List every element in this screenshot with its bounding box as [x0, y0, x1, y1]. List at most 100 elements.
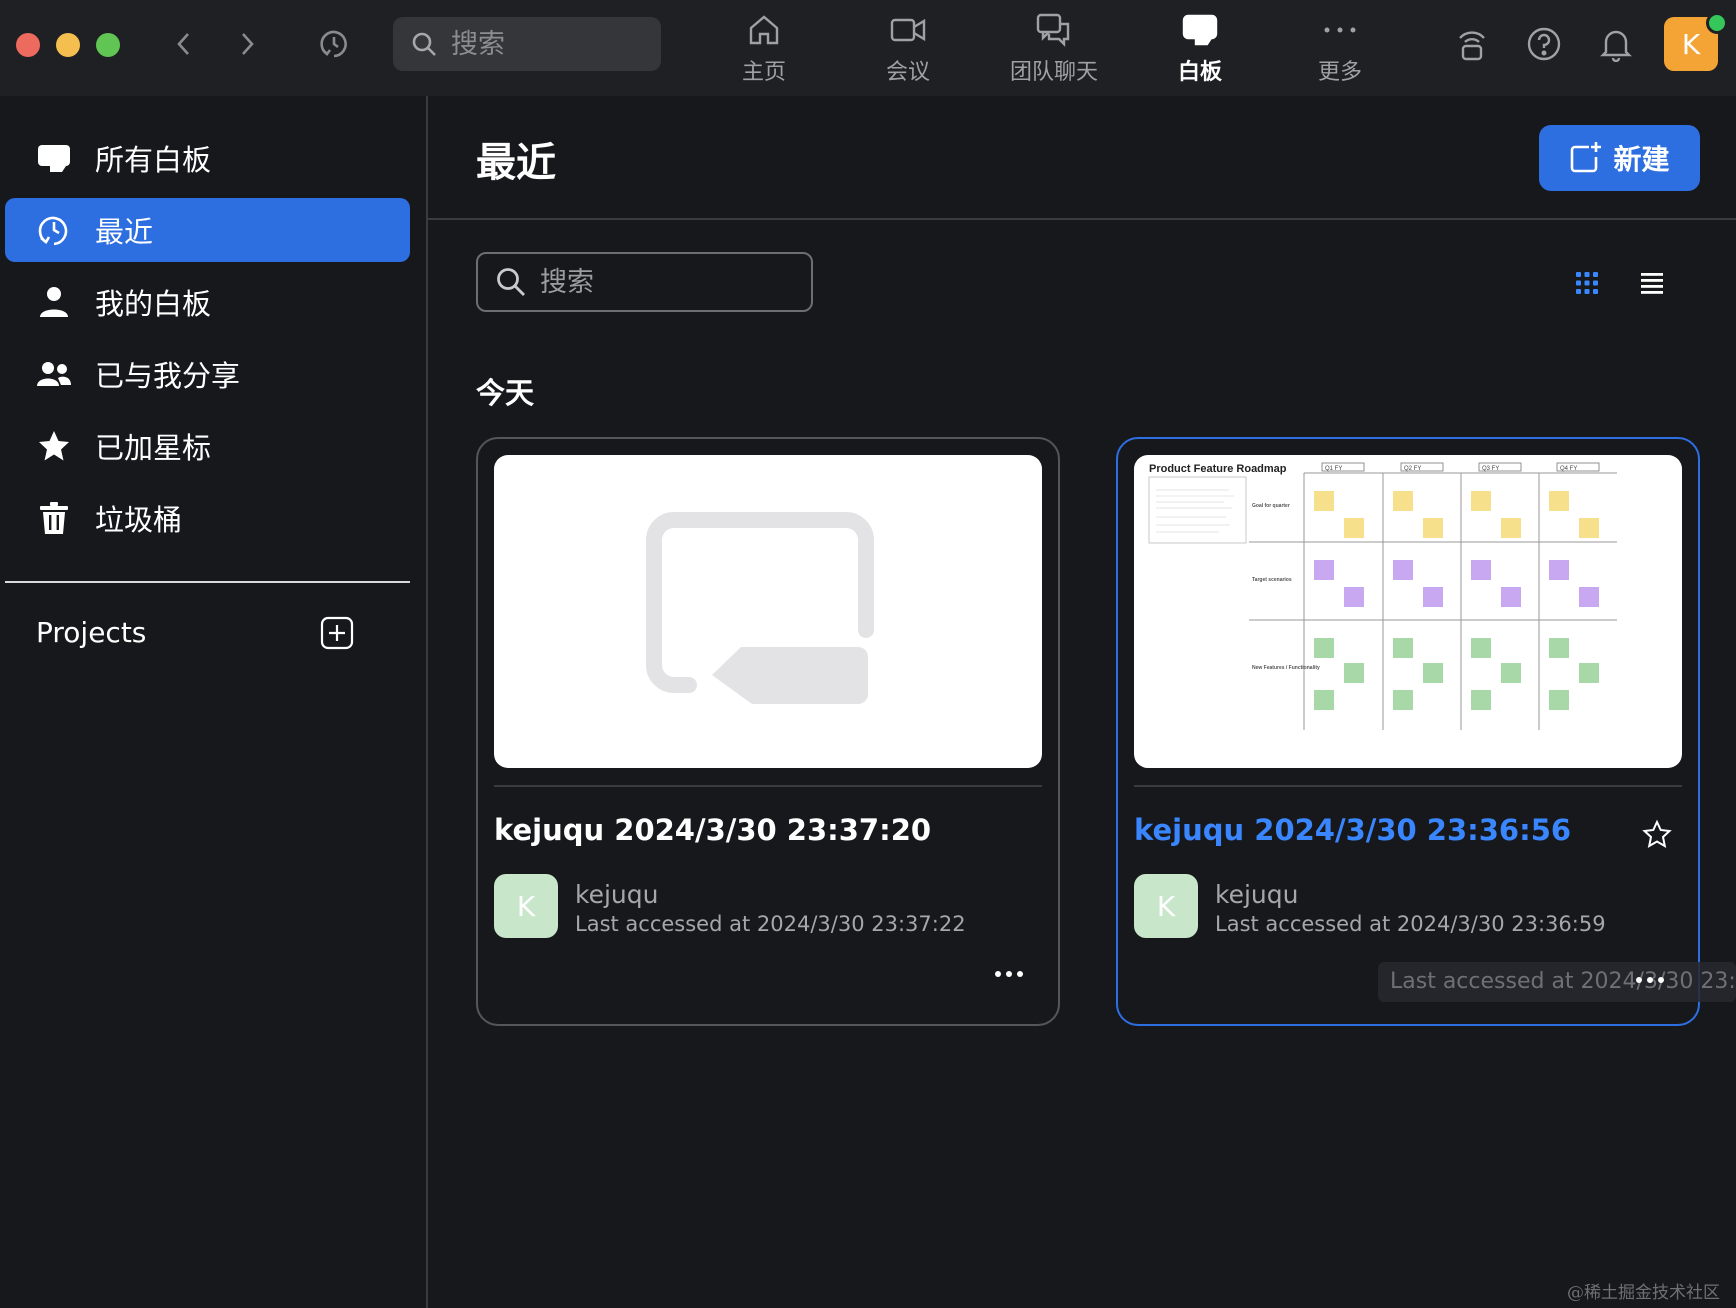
sidebar-divider [5, 581, 410, 583]
chevron-left-icon [177, 33, 189, 55]
owner-avatar: K [494, 874, 558, 938]
star-outline-icon [1642, 819, 1672, 848]
owner-name: kejuqu [575, 880, 659, 909]
card-divider [1134, 785, 1682, 787]
bell-icon [1600, 30, 1632, 62]
projects-label: Projects [36, 616, 147, 649]
home-icon [749, 15, 779, 45]
sidebar-item-label: 已加星标 [95, 431, 212, 465]
sticky-note [1393, 560, 1413, 580]
tab-label: 白板 [1177, 60, 1222, 85]
owner-avatar: K [1134, 874, 1198, 938]
sticky-note [1393, 491, 1413, 511]
card-title[interactable]: kejuqu 2024/3/30 23:37:20 [494, 813, 931, 847]
sticky-note [1501, 663, 1521, 683]
whiteboard-thumbnail[interactable] [494, 455, 1042, 768]
star-button[interactable] [1642, 819, 1672, 849]
tab-label: 主页 [741, 60, 786, 85]
tab-label: 更多 [1317, 60, 1362, 85]
empty-whiteboard-placeholder-icon [646, 512, 874, 704]
trash-icon [40, 502, 68, 534]
sidebar-item-all-whiteboards[interactable]: 所有白板 [5, 126, 410, 190]
recent-clock-icon [38, 216, 68, 246]
row-label: New Features / Functionality [1252, 665, 1320, 671]
sticky-note [1549, 560, 1569, 580]
last-accessed: Last accessed at 2024/3/30 23:36:59 [1215, 912, 1606, 936]
sticky-note [1549, 638, 1569, 658]
card-title[interactable]: kejuqu 2024/3/30 23:36:56 [1134, 813, 1571, 847]
row-label: Target scenarios [1252, 577, 1292, 583]
card-more-button[interactable] [992, 964, 1026, 984]
whiteboard-thumbnail[interactable]: Product Feature Roadmap Q1 FY Q2 FY Q3 FY Q… [1134, 455, 1682, 768]
column-header-label: Q4 FY [1560, 466, 1577, 472]
window-minimize-button[interactable] [56, 33, 80, 57]
tab-whiteboards[interactable]: 白板 [1145, 10, 1255, 86]
share-screen-button[interactable] [1450, 22, 1494, 66]
sticky-note [1344, 663, 1364, 683]
people-icon [37, 362, 71, 386]
sticky-note [1471, 491, 1491, 511]
sticky-note [1344, 518, 1364, 538]
column-header-label: Q1 FY [1325, 466, 1342, 472]
section-label-today: 今天 [476, 376, 535, 410]
top-search-input[interactable] [449, 27, 643, 61]
help-button[interactable] [1522, 22, 1566, 66]
sidebar-item-recent[interactable]: 最近 [5, 198, 410, 262]
sidebar-item-my-whiteboards[interactable]: 我的白板 [5, 270, 410, 334]
last-accessed-tooltip: Last accessed at 2024/3/30 23:36:59 [1378, 962, 1736, 1002]
tab-more[interactable]: 更多 [1285, 10, 1395, 86]
sticky-note [1314, 638, 1334, 658]
whiteboard-search-input[interactable] [538, 265, 782, 299]
history-button[interactable] [316, 26, 352, 62]
whiteboard-card[interactable]: kejuqu 2024/3/30 23:37:20 K kejuqu Last … [476, 437, 1060, 1026]
tab-team-chat[interactable]: 团队聊天 [999, 10, 1109, 86]
list-view-icon [1641, 273, 1663, 294]
star-icon [39, 431, 69, 461]
top-search-box[interactable] [393, 17, 661, 71]
history-clock-icon [320, 30, 347, 58]
grid-view-button[interactable] [1572, 268, 1602, 298]
back-button[interactable] [166, 26, 202, 62]
forward-button[interactable] [229, 26, 265, 62]
more-horizontal-icon [995, 971, 1023, 977]
sticky-note [1471, 560, 1491, 580]
window-zoom-button[interactable] [96, 33, 120, 57]
whiteboard-search-box[interactable] [476, 252, 813, 312]
chevron-right-icon [242, 33, 254, 55]
more-horizontal-icon [1636, 977, 1664, 983]
row-label: Goal for quarter [1252, 503, 1290, 509]
window-close-button[interactable] [16, 33, 40, 57]
sticky-note [1471, 638, 1491, 658]
roadmap-thumbnail-image: Product Feature Roadmap Q1 FY Q2 FY Q3 FY Q… [1148, 462, 1617, 730]
sidebar-item-label: 所有白板 [95, 143, 212, 177]
tab-home[interactable]: 主页 [709, 10, 819, 86]
owner-name: kejuqu [1215, 880, 1299, 909]
whiteboard-card[interactable]: Product Feature Roadmap Q1 FY Q2 FY Q3 FY Q… [1116, 437, 1700, 1026]
card-divider [494, 785, 1042, 787]
sidebar-item-starred[interactable]: 已加星标 [5, 414, 410, 478]
chat-icon [1036, 13, 1070, 47]
plus-square-icon [320, 616, 354, 650]
sticky-note [1314, 560, 1334, 580]
whiteboard-icon [38, 145, 70, 172]
phone-signal-icon [1459, 31, 1485, 61]
watermark: @稀土掘金技术社区 [1567, 1283, 1720, 1303]
sticky-note [1549, 491, 1569, 511]
sticky-note [1579, 587, 1599, 607]
online-status-dot [1706, 12, 1728, 34]
sticky-note [1501, 518, 1521, 538]
sidebar-item-shared-with-me[interactable]: 已与我分享 [5, 342, 410, 406]
sidebar-item-trash[interactable]: 垃圾桶 [5, 486, 410, 550]
add-project-button[interactable] [320, 616, 354, 650]
help-icon [1527, 27, 1561, 61]
new-whiteboard-button[interactable]: 新建 [1539, 125, 1700, 191]
sticky-note [1423, 518, 1443, 538]
list-view-button[interactable] [1637, 268, 1667, 298]
card-more-button[interactable] [1633, 970, 1667, 990]
more-icon [1324, 27, 1356, 33]
column-header-label: Q2 FY [1404, 466, 1421, 472]
tab-meetings[interactable]: 会议 [853, 10, 963, 86]
sidebar-item-label: 已与我分享 [95, 359, 241, 393]
sticky-note [1314, 690, 1334, 710]
notifications-button[interactable] [1594, 22, 1638, 66]
